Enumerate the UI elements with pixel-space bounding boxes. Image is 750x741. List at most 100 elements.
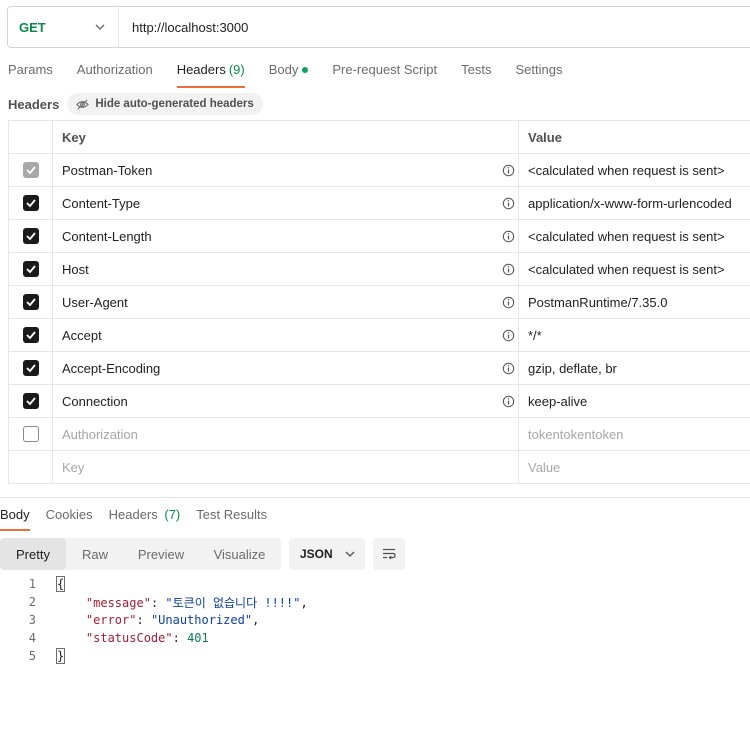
tab-authorization[interactable]: Authorization	[77, 62, 153, 88]
header-value[interactable]: */*	[519, 319, 750, 351]
header-value[interactable]: application/x-www-form-urlencoded	[519, 187, 750, 219]
info-icon[interactable]	[502, 362, 515, 375]
row-checkbox[interactable]	[22, 162, 39, 178]
json-key: "error"	[85, 613, 137, 627]
table-row: Host <calculated when request is sent>	[8, 253, 750, 286]
info-icon[interactable]	[502, 263, 515, 276]
header-key[interactable]: Authorization	[53, 418, 519, 450]
table-row: User-Agent PostmanRuntime/7.35.0	[8, 286, 750, 319]
checkbox-cell	[8, 220, 53, 252]
table-row: Accept */*	[8, 319, 750, 352]
view-visualize-button[interactable]: Visualize	[198, 538, 281, 570]
response-tabs: Body Cookies Headers (7) Test Results	[0, 507, 283, 531]
check-icon	[25, 397, 36, 406]
tab-label: Cookies	[45, 507, 93, 522]
response-body-code[interactable]: 1 { 2 "message": "토큰이 없습니다 !!!!", 3 "err…	[0, 575, 308, 665]
checkbox-cell	[8, 385, 53, 417]
url-input[interactable]: http://localhost:3000	[119, 20, 248, 35]
row-checkbox[interactable]	[22, 426, 39, 442]
check-icon	[25, 199, 36, 208]
hide-auto-headers-button[interactable]: Hide auto-generated headers	[67, 93, 263, 115]
row-checkbox[interactable]	[22, 294, 39, 310]
checkbox-cell	[8, 319, 53, 351]
check-icon	[25, 298, 36, 307]
key-text: Postman-Token	[62, 162, 153, 178]
wrap-lines-button[interactable]	[373, 538, 405, 570]
header-value[interactable]: gzip, deflate, br	[519, 352, 750, 384]
header-value[interactable]: <calculated when request is sent>	[519, 220, 750, 252]
tab-tests[interactable]: Tests	[461, 62, 491, 88]
info-icon[interactable]	[502, 164, 515, 177]
tab-response-headers[interactable]: Headers (7)	[109, 507, 181, 531]
line-number: 3	[28, 613, 36, 627]
view-pretty-button[interactable]: Pretty	[0, 538, 66, 570]
row-checkbox[interactable]	[22, 228, 39, 244]
json-string-value: "Unauthorized"	[150, 613, 253, 627]
info-icon[interactable]	[502, 296, 515, 309]
header-value[interactable]: tokentokentoken	[519, 418, 750, 450]
code-line: 3 "error": "Unauthorized",	[0, 611, 308, 629]
tab-headers[interactable]: Headers (9)	[176, 62, 245, 88]
tab-label: Params	[8, 62, 53, 77]
json-key: "statusCode"	[85, 631, 173, 645]
json-key: "message"	[85, 595, 151, 610]
new-value-input[interactable]: Value	[519, 451, 750, 483]
format-dropdown[interactable]: JSON	[289, 538, 365, 570]
info-icon[interactable]	[502, 395, 515, 408]
table-row: Content-Type application/x-www-form-urle…	[8, 187, 750, 220]
header-key[interactable]: Content-Length	[53, 220, 519, 252]
method-select[interactable]: GET	[8, 7, 119, 47]
tab-response-body[interactable]: Body	[0, 507, 30, 531]
tab-body[interactable]: Body	[269, 62, 309, 88]
column-header-key: Key	[53, 121, 519, 153]
view-mode-segmented: Pretty Raw Preview Visualize	[0, 538, 281, 570]
checkbox-cell	[8, 286, 53, 318]
code-line: 5 }	[0, 647, 308, 665]
tab-test-results[interactable]: Test Results	[196, 507, 267, 531]
info-icon[interactable]	[502, 329, 515, 342]
header-key[interactable]: User-Agent	[53, 286, 519, 318]
table-row: Content-Length <calculated when request …	[8, 220, 750, 253]
view-preview-button[interactable]: Preview	[124, 538, 198, 570]
header-key[interactable]: Accept	[53, 319, 519, 351]
header-key[interactable]: Connection	[53, 385, 519, 417]
row-checkbox[interactable]	[22, 393, 39, 409]
key-text: Content-Type	[62, 195, 141, 211]
url-bar: GET http://localhost:3000	[7, 6, 750, 48]
chevron-down-icon	[345, 551, 355, 557]
table-row: Postman-Token <calculated when request i…	[8, 154, 750, 187]
row-checkbox[interactable]	[22, 360, 39, 376]
info-icon[interactable]	[502, 197, 515, 210]
row-checkbox[interactable]	[22, 261, 39, 277]
header-key[interactable]: Accept-Encoding	[53, 352, 519, 384]
key-text: Connection	[62, 393, 128, 409]
view-raw-button[interactable]: Raw	[66, 538, 124, 570]
header-key[interactable]: Host	[53, 253, 519, 285]
header-value[interactable]: <calculated when request is sent>	[519, 253, 750, 285]
tab-cookies[interactable]: Cookies	[46, 507, 93, 531]
tab-pre-request-script[interactable]: Pre-request Script	[332, 62, 437, 88]
key-text: Accept-Encoding	[62, 360, 161, 376]
response-view-toolbar: Pretty Raw Preview Visualize JSON	[0, 538, 405, 570]
tab-settings[interactable]: Settings	[515, 62, 562, 88]
header-key[interactable]: Postman-Token	[53, 154, 519, 186]
header-value[interactable]: PostmanRuntime/7.35.0	[519, 286, 750, 318]
header-value[interactable]: keep-alive	[519, 385, 750, 417]
format-label: JSON	[300, 547, 333, 561]
key-text: User-Agent	[62, 294, 128, 310]
table-row: Accept-Encoding gzip, deflate, br	[8, 352, 750, 385]
json-open-brace: {	[55, 576, 66, 592]
new-key-input[interactable]: Key	[53, 451, 519, 483]
checkbox-cell	[8, 352, 53, 384]
checkbox-cell	[8, 418, 53, 450]
headers-toolbar: Headers Hide auto-generated headers	[8, 93, 263, 115]
code-line: 4 "statusCode": 401	[0, 629, 308, 647]
header-key[interactable]: Content-Type	[53, 187, 519, 219]
tab-label: Test Results	[196, 507, 268, 522]
info-icon[interactable]	[502, 230, 515, 243]
table-row-new: Key Value	[8, 451, 750, 484]
tab-params[interactable]: Params	[8, 62, 53, 88]
row-checkbox[interactable]	[22, 327, 39, 343]
header-value[interactable]: <calculated when request is sent>	[519, 154, 750, 186]
row-checkbox[interactable]	[22, 195, 39, 211]
